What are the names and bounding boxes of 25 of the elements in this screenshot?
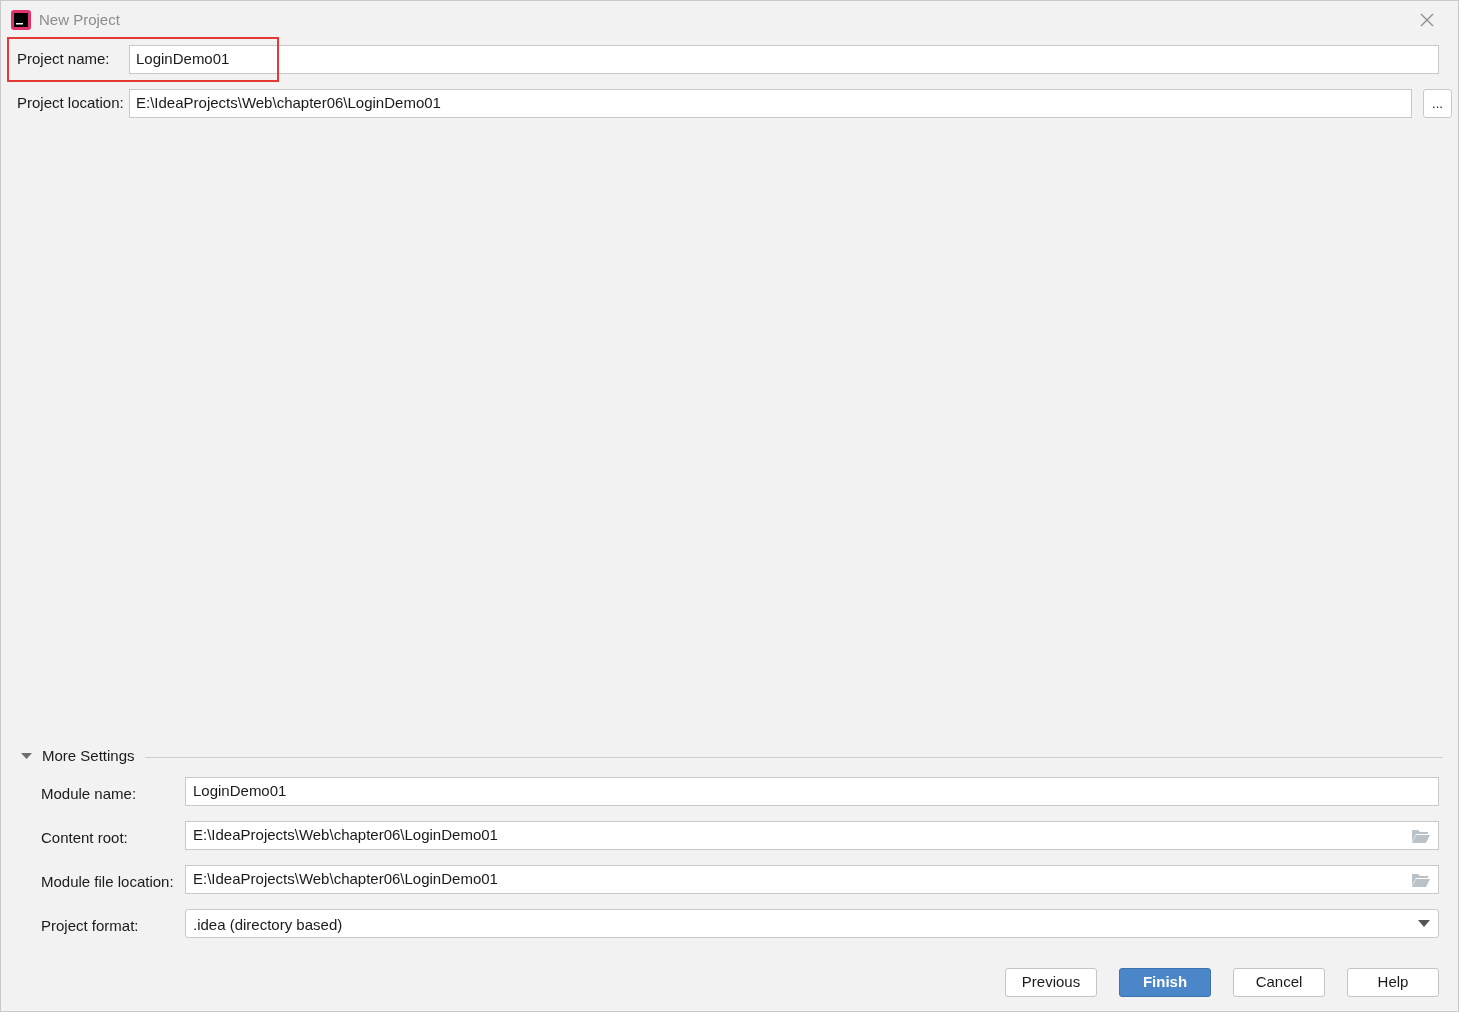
dialog-button[interactable]: Help	[1347, 968, 1439, 997]
text-field[interactable]: LoginDemo01	[185, 777, 1439, 806]
text-field[interactable]: E:\IdeaProjects\Web\chapter06\LoginDemo01	[129, 89, 1412, 118]
field-label: Module name:	[41, 784, 138, 805]
browse-button[interactable]: ...	[1423, 89, 1452, 118]
text-field[interactable]: LoginDemo01	[129, 45, 1439, 74]
field-label: Project location:	[16, 93, 125, 114]
path-field[interactable]: E:\IdeaProjects\Web\chapter06\LoginDemo01	[185, 865, 1439, 894]
path-field[interactable]: E:\IdeaProjects\Web\chapter06\LoginDemo01	[185, 821, 1439, 850]
section-toggle[interactable]: More Settings	[42, 744, 135, 768]
field-label: Project format:	[41, 916, 140, 937]
dialog-button[interactable]: Previous	[1005, 968, 1097, 997]
close-icon[interactable]	[1420, 13, 1434, 27]
folder-icon[interactable]	[1412, 872, 1430, 887]
default-button[interactable]: Finish	[1119, 968, 1211, 997]
window-title: New Project	[39, 9, 120, 30]
field-label: Module file location:	[41, 872, 175, 893]
field-label: Content root:	[41, 828, 129, 849]
app-logo-icon	[11, 10, 31, 30]
expanded-arrow-icon[interactable]	[21, 750, 32, 762]
dialog-button[interactable]: Cancel	[1233, 968, 1325, 997]
folder-icon[interactable]	[1412, 828, 1430, 843]
dropdown[interactable]: .idea (directory based)	[185, 909, 1439, 938]
dropdown-arrow-icon	[1418, 920, 1430, 927]
field-label: Project name:	[16, 49, 111, 70]
